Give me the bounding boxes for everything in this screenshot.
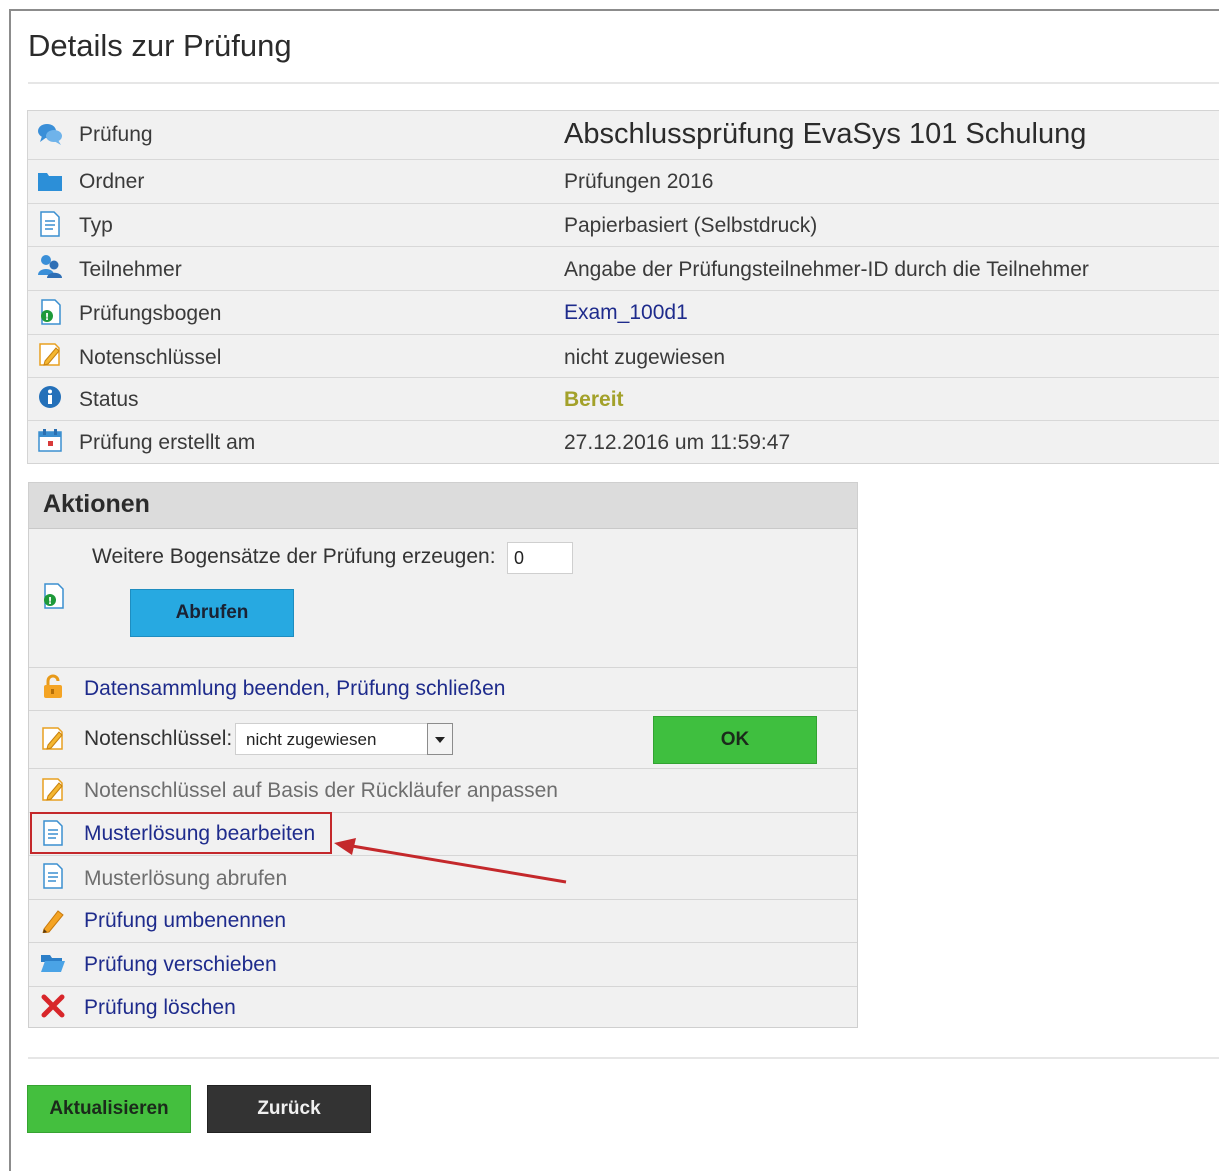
grading-key-row: Notenschlüssel: nicht zugewiesen OK bbox=[29, 710, 857, 768]
move-link[interactable]: Prüfung verschieben bbox=[84, 953, 277, 977]
unlock-icon bbox=[44, 674, 62, 698]
detail-row-grading-key: Notenschlüssel nicht zugewiesen bbox=[28, 334, 1219, 377]
detail-label-exam: Prüfung bbox=[79, 123, 153, 146]
detail-value-participants: Angabe der Prüfungsteilnehmer-ID durch d… bbox=[564, 258, 1089, 281]
exam-sheet-icon: ! bbox=[44, 583, 64, 609]
generate-sets-label: Weitere Bogensätze der Prüfung erzeugen: bbox=[92, 545, 496, 568]
fetch-button[interactable]: Abrufen bbox=[130, 589, 294, 637]
actions-title: Aktionen bbox=[43, 490, 150, 518]
title-divider bbox=[28, 82, 1219, 84]
status-badge: Bereit bbox=[564, 388, 624, 411]
detail-row-created: Prüfung erstellt am 27.12.2016 um 11:59:… bbox=[28, 420, 1219, 463]
detail-value-folder: Prüfungen 2016 bbox=[564, 170, 714, 193]
folder-open-icon bbox=[41, 955, 65, 972]
detail-label-folder: Ordner bbox=[79, 170, 145, 193]
exam-sheet-icon: ! bbox=[41, 299, 61, 325]
detail-label-exam-sheet: Prüfungsbogen bbox=[79, 302, 222, 325]
calendar-icon bbox=[38, 429, 62, 452]
ok-button[interactable]: OK bbox=[653, 716, 817, 764]
detail-row-status: Status Bereit bbox=[28, 377, 1219, 420]
grading-key-label: Notenschlüssel: bbox=[84, 727, 233, 750]
svg-text:!: ! bbox=[45, 312, 50, 323]
chat-bubbles-icon bbox=[38, 124, 62, 145]
pencil-icon bbox=[42, 910, 64, 933]
adjust-key-text: Notenschlüssel auf Basis der Rückläufer … bbox=[84, 779, 558, 802]
detail-row-exam: Prüfung Abschlussprüfung EvaSys 101 Schu… bbox=[28, 111, 1219, 159]
detail-label-created: Prüfung erstellt am bbox=[79, 431, 256, 454]
document-icon bbox=[40, 211, 60, 237]
detail-label-type: Typ bbox=[79, 214, 113, 237]
delete-link[interactable]: Prüfung löschen bbox=[84, 996, 236, 1020]
chevron-down-icon bbox=[435, 737, 445, 743]
delete-icon bbox=[41, 994, 65, 1018]
annotation-arrow bbox=[334, 838, 567, 884]
page-title: Details zur Prüfung bbox=[28, 28, 292, 63]
dropdown-arrow[interactable] bbox=[427, 723, 453, 755]
info-icon bbox=[39, 386, 61, 408]
exam-sheet-link[interactable]: Exam_100d1 bbox=[564, 301, 688, 325]
close-collection-link[interactable]: Datensammlung beenden, Prüfung schließen bbox=[84, 677, 505, 701]
detail-value-created: 27.12.2016 um 11:59:47 bbox=[564, 431, 791, 454]
fetch-solution-text: Musterlösung abrufen bbox=[84, 867, 288, 890]
actions-panel: Aktionen ! Weitere Bogensätze der Prüfun… bbox=[28, 482, 858, 1028]
svg-text:!: ! bbox=[48, 596, 53, 607]
detail-value-type: Papierbasiert (Selbstdruck) bbox=[564, 214, 818, 237]
detail-label-status: Status bbox=[79, 388, 139, 411]
document-icon bbox=[43, 863, 63, 889]
detail-row-exam-sheet: ! Prüfungsbogen Exam_100d1 bbox=[28, 290, 1219, 334]
folder-icon bbox=[38, 173, 62, 191]
refresh-button[interactable]: Aktualisieren bbox=[27, 1085, 191, 1133]
close-collection-row[interactable]: Datensammlung beenden, Prüfung schließen bbox=[29, 667, 857, 710]
detail-value-grading-key: nicht zugewiesen bbox=[564, 346, 726, 369]
rename-link[interactable]: Prüfung umbenennen bbox=[84, 909, 286, 933]
details-table: Prüfung Abschlussprüfung EvaSys 101 Schu… bbox=[27, 110, 1219, 464]
move-row[interactable]: Prüfung verschieben bbox=[29, 942, 857, 986]
footer-divider bbox=[28, 1057, 1219, 1059]
highlight-box bbox=[30, 812, 332, 854]
edit-document-icon bbox=[39, 343, 60, 366]
grading-key-select[interactable]: nicht zugewiesen bbox=[235, 723, 453, 755]
actions-header: Aktionen bbox=[29, 483, 857, 529]
users-icon bbox=[38, 255, 62, 278]
detail-row-folder: Ordner Prüfungen 2016 bbox=[28, 159, 1219, 203]
detail-row-type: Typ Papierbasiert (Selbstdruck) bbox=[28, 203, 1219, 246]
rename-row[interactable]: Prüfung umbenennen bbox=[29, 899, 857, 942]
detail-row-participants: Teilnehmer Angabe der Prüfungsteilnehmer… bbox=[28, 246, 1219, 290]
adjust-key-row: Notenschlüssel auf Basis der Rückläufer … bbox=[29, 768, 857, 812]
delete-row[interactable]: Prüfung löschen bbox=[29, 986, 857, 1027]
grading-key-selected: nicht zugewiesen bbox=[246, 730, 377, 749]
edit-document-icon bbox=[42, 727, 63, 750]
detail-value-exam: Abschlussprüfung EvaSys 101 Schulung bbox=[564, 118, 1087, 150]
edit-document-icon bbox=[42, 778, 63, 801]
generate-sets-input[interactable] bbox=[507, 542, 573, 574]
detail-label-participants: Teilnehmer bbox=[79, 258, 182, 281]
back-button[interactable]: Zurück bbox=[207, 1085, 371, 1133]
detail-label-grading-key: Notenschlüssel bbox=[79, 346, 222, 369]
